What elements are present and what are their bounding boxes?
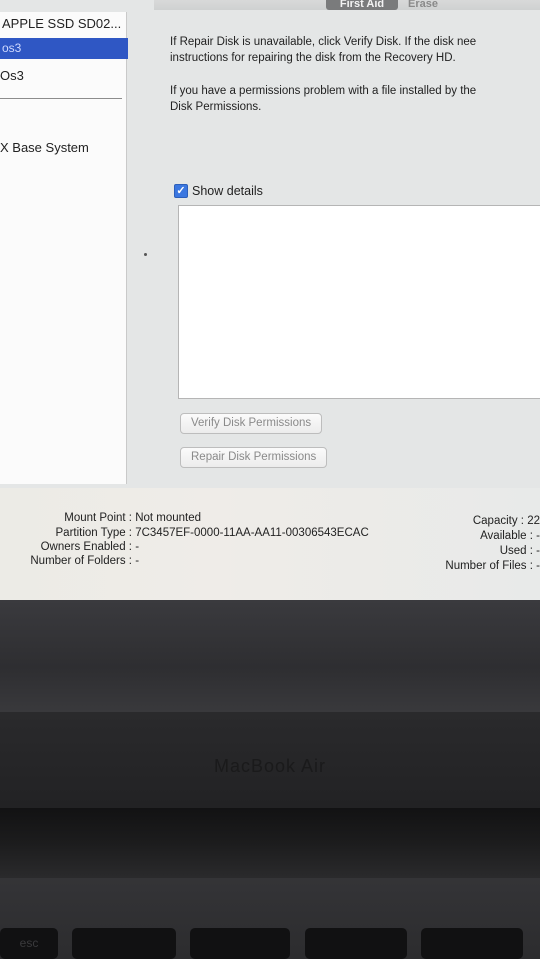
key-f4[interactable] [421, 928, 523, 959]
available-row: Available : - [480, 530, 540, 542]
used-value: - [536, 545, 540, 557]
sidebar-divider [0, 98, 122, 99]
key-f1[interactable] [72, 928, 176, 959]
show-details-checkbox[interactable]: ✓ [174, 184, 188, 198]
toolbar-tabs: First Aid Erase [154, 0, 540, 10]
sidebar-item-base-system[interactable]: X Base System [0, 140, 126, 155]
number-of-files-row: Number of Files : - [445, 560, 540, 572]
used-label: Used : [499, 545, 533, 557]
permissions-info-text: If you have a permissions problem with a… [170, 83, 476, 115]
show-details-checkbox-row[interactable]: ✓ Show details [174, 184, 263, 198]
used-row: Used : - [500, 545, 540, 557]
partition-type-value: 7C3457EF-0000-11AA-AA11-00306543ECAC [135, 527, 369, 539]
number-of-files-label: Number of Files : [445, 560, 533, 572]
number-of-folders-row: Number of Folders : - [0, 555, 139, 567]
repair-info-line-2: instructions for repairing the disk from… [170, 52, 456, 64]
verify-disk-permissions-button[interactable]: Verify Disk Permissions [180, 413, 323, 434]
laptop-brand-label: MacBook Air [213, 756, 327, 776]
available-label: Available : [480, 530, 533, 542]
key-esc[interactable]: esc [0, 928, 58, 959]
sidebar-item-disk[interactable]: APPLE SSD SD02... [2, 16, 128, 31]
details-log-area[interactable] [178, 205, 540, 399]
key-f2[interactable] [190, 928, 290, 959]
number-of-files-value: - [536, 560, 540, 572]
owners-enabled-row: Owners Enabled : - [0, 541, 139, 553]
laptop-hinge [0, 808, 540, 878]
capacity-value: 22 [527, 515, 540, 527]
mount-point-value: Not mounted [135, 512, 202, 524]
screen-bezel [0, 600, 540, 712]
partition-type-label: Partition Type : [55, 527, 133, 539]
capacity-label: Capacity : [472, 515, 524, 527]
permissions-info-line-2: Disk Permissions. [170, 101, 262, 113]
repair-info-line-1: If Repair Disk is unavailable, click Ver… [170, 36, 477, 48]
disk-utility-window: First Aid Erase APPLE SSD SD02... os3 Os… [0, 0, 540, 600]
sidebar-item-selected-volume[interactable]: os3 [0, 38, 128, 59]
number-of-folders-label: Number of Folders : [30, 555, 132, 567]
available-value: - [536, 530, 540, 542]
number-of-folders-value: - [135, 555, 140, 567]
owners-enabled-label: Owners Enabled : [40, 541, 132, 553]
key-f3[interactable] [305, 928, 407, 959]
tab-first-aid[interactable]: First Aid [326, 0, 398, 10]
sidebar-item-volume[interactable]: Os3 [0, 68, 126, 83]
repair-info-text: If Repair Disk is unavailable, click Ver… [170, 34, 476, 66]
repair-disk-permissions-button[interactable]: Repair Disk Permissions [180, 447, 328, 468]
disk-info-bar: Mount Point : Not mounted Partition Type… [0, 488, 540, 600]
owners-enabled-value: - [135, 541, 140, 553]
partition-type-row: Partition Type : 7C3457EF-0000-11AA-AA11… [0, 527, 369, 539]
split-view-handle[interactable] [144, 253, 147, 256]
show-details-label[interactable]: Show details [192, 184, 263, 198]
mount-point-label: Mount Point : [64, 512, 132, 524]
disk-sidebar: APPLE SSD SD02... os3 Os3 X Base System [0, 12, 128, 484]
permissions-info-line-1: If you have a permissions problem with a… [170, 85, 477, 97]
mount-point-row: Mount Point : Not mounted [0, 512, 201, 524]
tab-erase[interactable]: Erase [402, 0, 444, 10]
capacity-row: Capacity : 22 [473, 515, 540, 527]
